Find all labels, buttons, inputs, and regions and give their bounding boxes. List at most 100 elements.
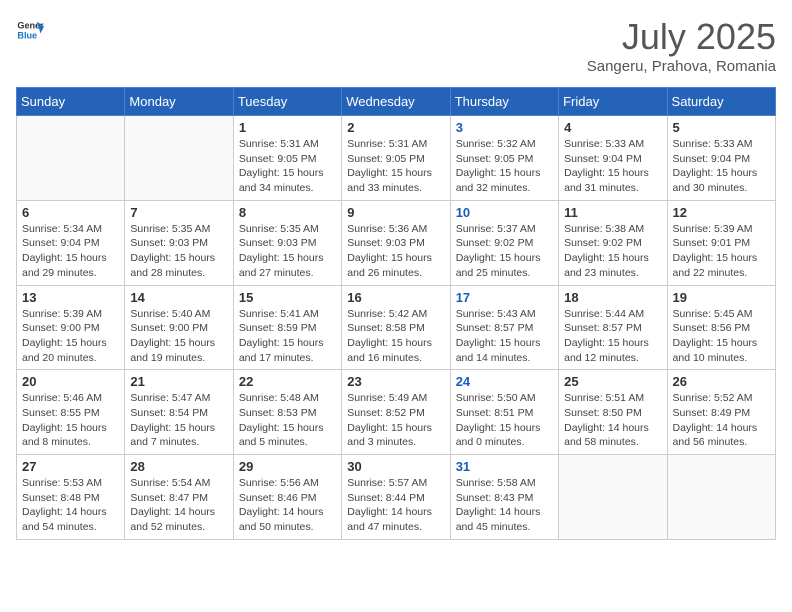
weekday-header-tuesday: Tuesday (233, 88, 341, 116)
day-info: Sunrise: 5:57 AM Sunset: 8:44 PM Dayligh… (347, 476, 444, 535)
day-number: 2 (347, 120, 444, 135)
weekday-header-thursday: Thursday (450, 88, 558, 116)
day-number: 27 (22, 459, 119, 474)
day-info: Sunrise: 5:54 AM Sunset: 8:47 PM Dayligh… (130, 476, 227, 535)
day-number: 15 (239, 290, 336, 305)
day-number: 28 (130, 459, 227, 474)
week-row-5: 27 Sunrise: 5:53 AM Sunset: 8:48 PM Dayli… (17, 455, 776, 540)
calendar-cell: 5 Sunrise: 5:33 AM Sunset: 9:04 PM Daylig… (667, 116, 775, 201)
calendar-cell: 23Sunrise: 5:49 AM Sunset: 8:52 PM Dayli… (342, 370, 450, 455)
weekday-header-row: SundayMondayTuesdayWednesdayThursdayFrid… (17, 88, 776, 116)
day-number: 7 (130, 205, 227, 220)
calendar-cell: 28 Sunrise: 5:54 AM Sunset: 8:47 PM Dayli… (125, 455, 233, 540)
day-number: 31 (456, 459, 553, 474)
day-info: Sunrise: 5:31 AM Sunset: 9:05 PM Dayligh… (239, 137, 336, 196)
calendar-cell: 22 Sunrise: 5:48 AM Sunset: 8:53 PM Dayli… (233, 370, 341, 455)
title-area: July 2025 Sangeru, Prahova, Romania (587, 16, 776, 75)
week-row-2: 6Sunrise: 5:34 AM Sunset: 9:04 PM Daylig… (17, 200, 776, 285)
week-row-1: 1Sunrise: 5:31 AM Sunset: 9:05 PM Daylig… (17, 116, 776, 201)
day-info: Sunrise: 5:56 AM Sunset: 8:46 PM Dayligh… (239, 476, 336, 535)
day-number: 25 (564, 374, 661, 389)
month-year: July 2025 (587, 16, 776, 58)
calendar-cell: 19 Sunrise: 5:45 AM Sunset: 8:56 PM Dayli… (667, 285, 775, 370)
calendar-cell (125, 116, 233, 201)
logo: General Blue (16, 16, 44, 44)
week-row-4: 20Sunrise: 5:46 AM Sunset: 8:55 PM Dayli… (17, 370, 776, 455)
day-info: Sunrise: 5:31 AM Sunset: 9:05 PM Dayligh… (347, 137, 444, 196)
calendar-cell: 30 Sunrise: 5:57 AM Sunset: 8:44 PM Dayli… (342, 455, 450, 540)
weekday-header-friday: Friday (559, 88, 667, 116)
day-info: Sunrise: 5:35 AM Sunset: 9:03 PM Dayligh… (239, 222, 336, 281)
day-number: 30 (347, 459, 444, 474)
day-number: 10 (456, 205, 553, 220)
calendar-cell: 27 Sunrise: 5:53 AM Sunset: 8:48 PM Dayli… (17, 455, 125, 540)
day-number: 5 (673, 120, 770, 135)
day-info: Sunrise: 5:48 AM Sunset: 8:53 PM Dayligh… (239, 391, 336, 450)
calendar-cell: 6Sunrise: 5:34 AM Sunset: 9:04 PM Daylig… (17, 200, 125, 285)
calendar-cell: 15 Sunrise: 5:41 AM Sunset: 8:59 PM Dayli… (233, 285, 341, 370)
day-info: Sunrise: 5:37 AM Sunset: 9:02 PM Dayligh… (456, 222, 553, 281)
calendar-cell: 3 Sunrise: 5:32 AM Sunset: 9:05 PM Daylig… (450, 116, 558, 201)
logo-icon: General Blue (16, 16, 44, 44)
day-number: 29 (239, 459, 336, 474)
calendar-cell: 24 Sunrise: 5:50 AM Sunset: 8:51 PM Dayli… (450, 370, 558, 455)
svg-text:Blue: Blue (17, 30, 37, 40)
calendar-cell: 8 Sunrise: 5:35 AM Sunset: 9:03 PM Daylig… (233, 200, 341, 285)
day-info: Sunrise: 5:53 AM Sunset: 8:48 PM Dayligh… (22, 476, 119, 535)
calendar: SundayMondayTuesdayWednesdayThursdayFrid… (16, 87, 776, 540)
calendar-cell: 10 Sunrise: 5:37 AM Sunset: 9:02 PM Dayli… (450, 200, 558, 285)
day-number: 4 (564, 120, 661, 135)
day-info: Sunrise: 5:51 AM Sunset: 8:50 PM Dayligh… (564, 391, 661, 450)
weekday-header-sunday: Sunday (17, 88, 125, 116)
calendar-cell (667, 455, 775, 540)
calendar-cell: 14Sunrise: 5:40 AM Sunset: 9:00 PM Dayli… (125, 285, 233, 370)
day-info: Sunrise: 5:44 AM Sunset: 8:57 PM Dayligh… (564, 307, 661, 366)
calendar-cell: 25 Sunrise: 5:51 AM Sunset: 8:50 PM Dayli… (559, 370, 667, 455)
day-info: Sunrise: 5:32 AM Sunset: 9:05 PM Dayligh… (456, 137, 553, 196)
calendar-cell: 31 Sunrise: 5:58 AM Sunset: 8:43 PM Dayli… (450, 455, 558, 540)
day-number: 21 (130, 374, 227, 389)
calendar-cell: 20Sunrise: 5:46 AM Sunset: 8:55 PM Dayli… (17, 370, 125, 455)
calendar-cell: 7 Sunrise: 5:35 AM Sunset: 9:03 PM Daylig… (125, 200, 233, 285)
day-info: Sunrise: 5:43 AM Sunset: 8:57 PM Dayligh… (456, 307, 553, 366)
calendar-cell: 12 Sunrise: 5:39 AM Sunset: 9:01 PM Dayli… (667, 200, 775, 285)
calendar-cell: 18Sunrise: 5:44 AM Sunset: 8:57 PM Dayli… (559, 285, 667, 370)
calendar-cell: 26Sunrise: 5:52 AM Sunset: 8:49 PM Dayli… (667, 370, 775, 455)
day-info: Sunrise: 5:39 AM Sunset: 9:01 PM Dayligh… (673, 222, 770, 281)
day-info: Sunrise: 5:42 AM Sunset: 8:58 PM Dayligh… (347, 307, 444, 366)
weekday-header-wednesday: Wednesday (342, 88, 450, 116)
calendar-cell: 4Sunrise: 5:33 AM Sunset: 9:04 PM Daylig… (559, 116, 667, 201)
day-number: 11 (564, 205, 661, 220)
calendar-cell: 17 Sunrise: 5:43 AM Sunset: 8:57 PM Dayli… (450, 285, 558, 370)
calendar-cell: 29 Sunrise: 5:56 AM Sunset: 8:46 PM Dayli… (233, 455, 341, 540)
day-info: Sunrise: 5:49 AM Sunset: 8:52 PM Dayligh… (347, 391, 444, 450)
weekday-header-saturday: Saturday (667, 88, 775, 116)
location: Sangeru, Prahova, Romania (587, 58, 776, 75)
day-info: Sunrise: 5:47 AM Sunset: 8:54 PM Dayligh… (130, 391, 227, 450)
calendar-cell (559, 455, 667, 540)
day-number: 8 (239, 205, 336, 220)
day-info: Sunrise: 5:38 AM Sunset: 9:02 PM Dayligh… (564, 222, 661, 281)
calendar-cell: 13 Sunrise: 5:39 AM Sunset: 9:00 PM Dayli… (17, 285, 125, 370)
day-number: 12 (673, 205, 770, 220)
day-number: 13 (22, 290, 119, 305)
day-info: Sunrise: 5:40 AM Sunset: 9:00 PM Dayligh… (130, 307, 227, 366)
day-info: Sunrise: 5:50 AM Sunset: 8:51 PM Dayligh… (456, 391, 553, 450)
day-info: Sunrise: 5:41 AM Sunset: 8:59 PM Dayligh… (239, 307, 336, 366)
day-info: Sunrise: 5:39 AM Sunset: 9:00 PM Dayligh… (22, 307, 119, 366)
calendar-cell: 21 Sunrise: 5:47 AM Sunset: 8:54 PM Dayli… (125, 370, 233, 455)
day-number: 20 (22, 374, 119, 389)
day-number: 3 (456, 120, 553, 135)
day-number: 22 (239, 374, 336, 389)
day-number: 17 (456, 290, 553, 305)
week-row-3: 13 Sunrise: 5:39 AM Sunset: 9:00 PM Dayli… (17, 285, 776, 370)
calendar-cell: 2 Sunrise: 5:31 AM Sunset: 9:05 PM Daylig… (342, 116, 450, 201)
day-number: 24 (456, 374, 553, 389)
calendar-cell: 1Sunrise: 5:31 AM Sunset: 9:05 PM Daylig… (233, 116, 341, 201)
day-info: Sunrise: 5:33 AM Sunset: 9:04 PM Dayligh… (673, 137, 770, 196)
day-number: 9 (347, 205, 444, 220)
day-number: 19 (673, 290, 770, 305)
day-info: Sunrise: 5:35 AM Sunset: 9:03 PM Dayligh… (130, 222, 227, 281)
day-info: Sunrise: 5:58 AM Sunset: 8:43 PM Dayligh… (456, 476, 553, 535)
day-info: Sunrise: 5:45 AM Sunset: 8:56 PM Dayligh… (673, 307, 770, 366)
